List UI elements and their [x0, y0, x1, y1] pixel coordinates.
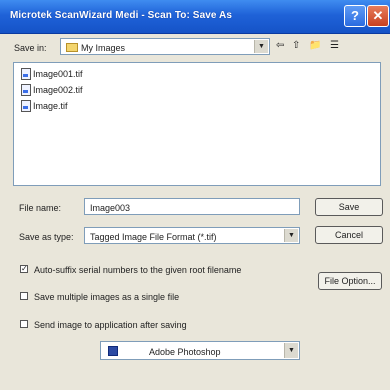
file-list-item[interactable]: Image.tif [21, 100, 68, 112]
save-as-type-dropdown[interactable]: Tagged Image File Format (*.tif) ▼ [84, 227, 300, 244]
save-button[interactable]: Save [315, 198, 383, 216]
tif-file-icon [21, 84, 31, 96]
chevron-down-icon[interactable]: ▼ [254, 40, 268, 53]
back-icon[interactable]: ⇦ [276, 40, 284, 51]
file-item-name: Image002.tif [33, 85, 83, 95]
cancel-button[interactable]: Cancel [315, 226, 383, 244]
title-bar: Microtek ScanWizard Medi - Scan To: Save… [0, 0, 390, 34]
file-option-button[interactable]: File Option... [318, 272, 382, 290]
up-folder-icon[interactable]: ⇧ [292, 40, 300, 51]
tif-file-icon [21, 100, 31, 112]
window-title: Microtek ScanWizard Medi - Scan To: Save… [10, 10, 233, 21]
save-as-type-value: Tagged Image File Format (*.tif) [90, 232, 217, 242]
file-name-input[interactable]: Image003 [84, 198, 300, 215]
send-image-label: Send image to application after saving [34, 320, 187, 330]
save-as-type-label: Save as type: [19, 232, 74, 242]
auto-suffix-checkbox[interactable]: ✓ [20, 265, 28, 273]
file-list-item[interactable]: Image002.tif [21, 84, 83, 96]
application-value: Adobe Photoshop [149, 347, 221, 357]
save-multiple-checkbox[interactable] [20, 292, 28, 300]
tif-file-icon [21, 68, 31, 80]
help-button[interactable]: ? [344, 5, 366, 27]
chevron-down-icon[interactable]: ▼ [284, 229, 298, 242]
chevron-down-icon[interactable]: ▼ [284, 343, 298, 358]
save-in-label: Save in: [14, 43, 47, 53]
auto-suffix-label: Auto-suffix serial numbers to the given … [34, 265, 242, 275]
file-item-name: Image.tif [33, 101, 68, 111]
close-button[interactable]: ✕ [367, 5, 389, 27]
file-item-name: Image001.tif [33, 69, 83, 79]
save-in-dropdown[interactable]: My Images ▼ [60, 38, 270, 55]
save-in-value: My Images [81, 43, 126, 53]
folder-icon [66, 43, 78, 52]
file-list[interactable]: Image001.tif Image002.tif Image.tif [13, 62, 381, 186]
file-list-item[interactable]: Image001.tif [21, 68, 83, 80]
application-dropdown[interactable]: Adobe Photoshop ▼ [100, 341, 300, 360]
view-menu-icon[interactable]: ☰ [330, 40, 339, 51]
file-name-label: File name: [19, 203, 62, 213]
new-folder-icon[interactable]: 📁 [309, 40, 321, 51]
photoshop-icon [108, 346, 118, 356]
save-multiple-label: Save multiple images as a single file [34, 292, 180, 302]
send-image-checkbox[interactable] [20, 320, 28, 328]
file-name-value: Image003 [90, 203, 131, 213]
